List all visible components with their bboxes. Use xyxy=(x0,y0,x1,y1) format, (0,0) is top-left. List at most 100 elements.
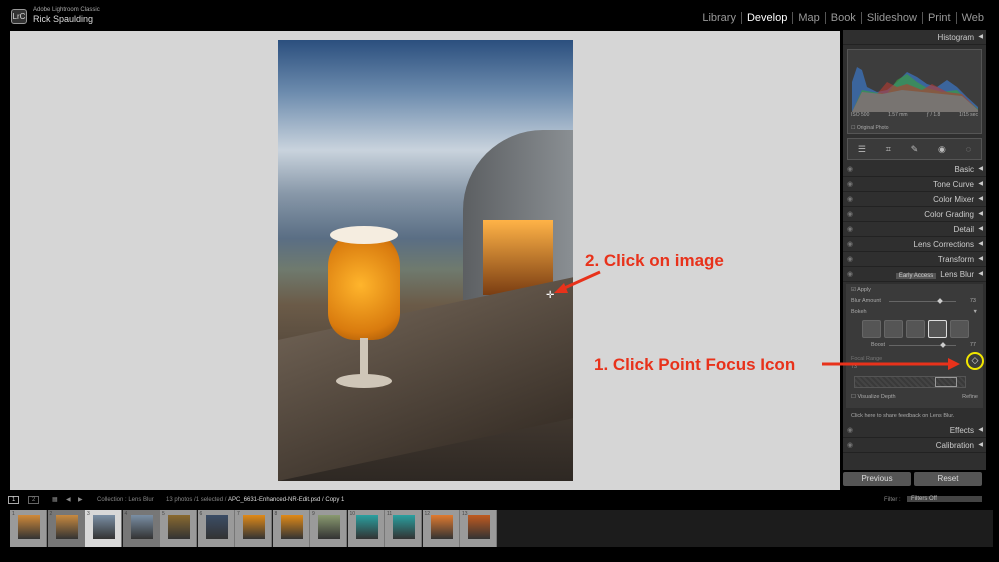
panel-detail[interactable]: ◉ Detail xyxy=(843,222,986,237)
visualize-depth-checkbox[interactable]: ☐ Visualize Depth Refine xyxy=(851,394,978,400)
boost-thumb[interactable] xyxy=(939,342,946,348)
annotation-arrow-image xyxy=(554,270,601,293)
filmstrip-thumbnail[interactable]: 1 xyxy=(10,510,47,547)
filmstrip-thumbnail[interactable]: 12 xyxy=(422,510,460,547)
filmstrip-thumbnail[interactable]: 8 xyxy=(272,510,310,547)
lens-blur-body: ☑ Apply Blur Amount 73 Bokeh ▼ Boost 77 F… xyxy=(846,284,984,408)
refine-toggle[interactable]: Refine xyxy=(962,394,978,400)
thumbnail-image xyxy=(130,515,153,539)
module-web[interactable]: Web xyxy=(955,12,989,24)
panel-lens-corrections[interactable]: ◉ Lens Corrections xyxy=(843,237,986,252)
bokeh-label: Bokeh xyxy=(851,309,867,315)
panel-effects[interactable]: ◉ Effects xyxy=(843,423,986,438)
apply-checkbox[interactable]: ☑ Apply xyxy=(851,287,978,293)
thumbnail-number: 9 xyxy=(312,511,315,517)
thumbnail-image xyxy=(318,515,340,539)
thumbnail-number: 8 xyxy=(274,511,278,517)
filmstrip-thumbnail[interactable]: 3 xyxy=(85,510,122,547)
thumbnail-image xyxy=(205,515,228,539)
thumbnail-number: 4 xyxy=(124,511,128,517)
masking-icon[interactable]: ◌ xyxy=(966,144,971,154)
reset-button[interactable]: Reset xyxy=(914,472,982,486)
feedback-link[interactable]: Click here to share feedback on Lens Blu… xyxy=(843,410,986,423)
filter-dropdown[interactable]: Filters Off xyxy=(907,496,982,502)
early-access-badge: Early Access xyxy=(895,273,937,279)
annotation-click-image: 2. Click on image xyxy=(585,251,724,270)
bokeh-dropdown-icon[interactable]: ▼ xyxy=(973,309,978,315)
histogram-graph xyxy=(852,67,978,112)
bokeh-bubble[interactable] xyxy=(884,320,903,338)
second-window-button[interactable]: 2 xyxy=(28,496,40,504)
main-window-button[interactable]: 1 xyxy=(8,496,20,504)
panel-calibration-label: Calibration xyxy=(935,441,974,450)
filmstrip[interactable]: 1 2 3 4 5 6 7 8 9 10 11 12 13 xyxy=(10,510,993,547)
edit-sliders-icon[interactable]: ☰ xyxy=(858,144,866,155)
blur-amount-value[interactable]: 73 xyxy=(970,298,976,304)
filmstrip-thumbnail[interactable]: 11 xyxy=(385,510,422,547)
module-develop[interactable]: Develop xyxy=(740,12,792,24)
healing-icon[interactable]: ✎ xyxy=(911,144,919,155)
photo-beer-barn[interactable]: ✛ xyxy=(278,40,573,481)
back-arrow-icon[interactable]: ◀ xyxy=(66,496,71,503)
red-eye-icon[interactable]: ◉ xyxy=(938,144,946,155)
apply-label: Apply xyxy=(857,287,871,293)
grid-icon[interactable]: ▦ xyxy=(52,496,58,503)
panel-basic[interactable]: ◉ Basic xyxy=(843,162,986,177)
boost-slider[interactable] xyxy=(889,342,956,348)
filmstrip-thumbnail[interactable]: 5 xyxy=(160,510,197,547)
filmstrip-thumbnail[interactable]: 4 xyxy=(122,510,160,547)
forward-arrow-icon[interactable]: ▶ xyxy=(78,496,83,503)
thumbnail-image xyxy=(280,515,303,539)
thumbnail-number: 1 xyxy=(12,511,15,517)
thumbnail-number: 3 xyxy=(87,511,90,517)
module-print[interactable]: Print xyxy=(921,12,956,24)
photo-plank xyxy=(278,277,573,481)
panel-color-grading[interactable]: ◉ Color Grading xyxy=(843,207,986,222)
filmstrip-thumbnail[interactable]: 9 xyxy=(310,510,347,547)
boost-value[interactable]: 77 xyxy=(970,342,976,348)
photo-count: 13 photos /1 selected / xyxy=(166,497,227,503)
filmstrip-thumbnail[interactable]: 7 xyxy=(235,510,272,547)
thumbnail-image xyxy=(93,515,115,539)
filmstrip-thumbnail[interactable]: 6 xyxy=(197,510,235,547)
previous-button[interactable]: Previous xyxy=(843,472,911,486)
thumbnail-image xyxy=(168,515,190,539)
filmstrip-thumbnail[interactable]: 2 xyxy=(47,510,85,547)
feedback-text: Click here to share feedback on Lens Blu… xyxy=(851,413,955,419)
thumbnail-image xyxy=(468,515,490,539)
bokeh-5-blade[interactable] xyxy=(906,320,925,338)
lrc-logo: LrC xyxy=(11,9,27,24)
panel-tone-curve[interactable]: ◉ Tone Curve xyxy=(843,177,986,192)
thumbnail-number: 11 xyxy=(387,511,393,517)
focal-range-handle[interactable] xyxy=(935,377,957,387)
module-library[interactable]: Library xyxy=(697,12,741,24)
histogram-header[interactable]: Histogram xyxy=(843,30,986,45)
panel-calibration[interactable]: ◉ Calibration xyxy=(843,438,986,453)
filename[interactable]: APC_6631-Enhanced-NR-Edit.psd / Copy 1 xyxy=(228,497,344,503)
module-book[interactable]: Book xyxy=(824,12,861,24)
crop-icon[interactable]: ⌗ xyxy=(886,144,891,155)
panel-transform[interactable]: ◉ Transform xyxy=(843,252,986,267)
bokeh-ring[interactable] xyxy=(928,320,947,338)
thumbnail-number: 7 xyxy=(237,511,240,517)
bokeh-cat-eye[interactable] xyxy=(950,320,969,338)
module-slideshow[interactable]: Slideshow xyxy=(860,12,922,24)
blur-amount-slider[interactable] xyxy=(889,298,956,304)
point-focus-icon[interactable]: ◇ xyxy=(966,352,984,370)
annotation-arrow-focus xyxy=(822,358,960,370)
collection-source[interactable]: Collection : Lens Blur xyxy=(97,497,154,503)
iso: ISO 500 xyxy=(851,112,870,118)
original-photo-checkbox[interactable]: ☐ Original Photo xyxy=(851,125,889,131)
filmstrip-thumbnail[interactable]: 13 xyxy=(460,510,497,547)
panel-lens-blur[interactable]: ◉ Early Access Lens Blur xyxy=(843,267,986,282)
panel-effects-label: Effects xyxy=(949,426,974,435)
focal-range-depth-bar[interactable] xyxy=(854,376,966,388)
panel-color-mixer[interactable]: ◉ Color Mixer xyxy=(843,192,986,207)
original-photo-label: Original Photo xyxy=(856,125,889,131)
thumbnail-number: 6 xyxy=(199,511,203,517)
shutter: 1/15 sec xyxy=(959,112,978,118)
filmstrip-thumbnail[interactable]: 10 xyxy=(347,510,385,547)
bokeh-circle[interactable] xyxy=(862,320,881,338)
module-map[interactable]: Map xyxy=(792,12,824,24)
blur-amount-thumb[interactable] xyxy=(937,298,943,304)
